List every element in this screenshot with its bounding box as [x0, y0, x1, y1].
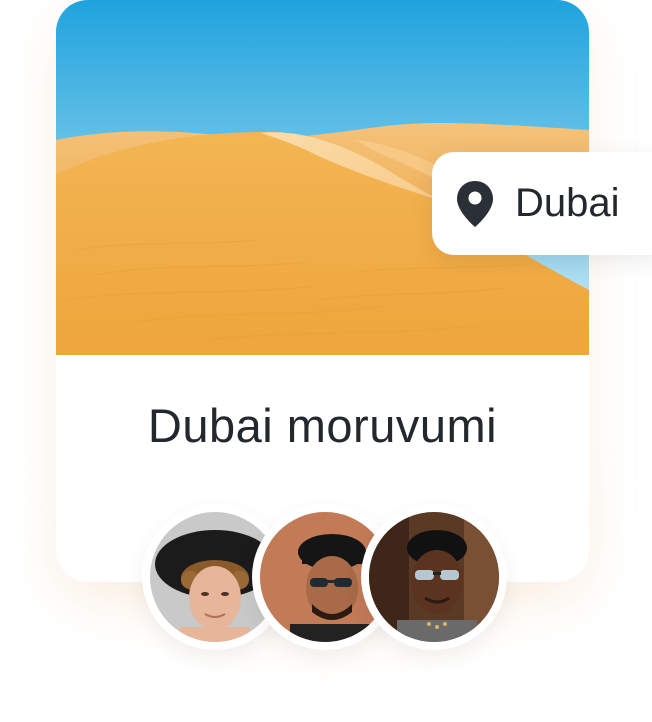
location-label: Dubai	[515, 181, 620, 225]
participants-avatars[interactable]	[142, 504, 512, 650]
tour-card[interactable]: Dubai moruvumi	[56, 0, 589, 582]
card-title: Dubai moruvumi	[147, 399, 498, 452]
location-badge[interactable]: Dubai	[432, 152, 652, 255]
avatar[interactable]	[361, 504, 507, 650]
location-pin-icon	[455, 179, 495, 229]
